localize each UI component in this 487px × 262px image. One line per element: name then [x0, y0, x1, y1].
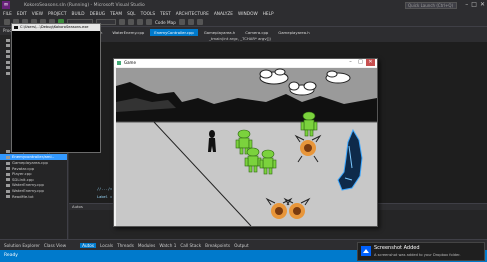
tree-item[interactable]: ReadMe.txt: [0, 194, 67, 200]
tab-locals[interactable]: Locals: [100, 243, 113, 248]
menu-edit[interactable]: EDIT: [17, 12, 27, 17]
game-viewport[interactable]: [116, 68, 377, 226]
tab-gameplayarea-h-2[interactable]: Gameplayarea.h: [274, 29, 314, 36]
console-icon: [14, 26, 18, 29]
game-minimize-icon[interactable]: –: [346, 59, 355, 66]
title-bar: ∞ KokoroSeasons.sln (Running) - Microsof…: [0, 0, 487, 10]
close-icon[interactable]: ✕: [480, 1, 485, 8]
dropbox-icon: [361, 246, 371, 256]
tree-item-label: Enemycontroller/ami..: [12, 154, 54, 160]
tab-breakpoints[interactable]: Breakpoints: [205, 243, 230, 248]
folder-icon: [6, 66, 10, 70]
tab-waterenemy-cpp[interactable]: WaterEnemy.cpp: [108, 29, 149, 36]
notification-body: A screenshot was added to your Dropbox f…: [374, 253, 461, 257]
member-navigation-dropdown[interactable]: _tmain(int argc, _TCHAR* argv[]): [69, 36, 487, 42]
tab-modules[interactable]: Modules: [138, 243, 155, 248]
cpp-file-icon: [6, 161, 10, 165]
tree-item-label: Pavatar.cpp: [12, 165, 35, 171]
tree-item-label: WaterEnemy.cpp: [12, 182, 44, 188]
folder-icon: [6, 60, 10, 64]
game-maximize-icon[interactable]: □: [356, 59, 365, 66]
screenshot-notification[interactable]: Screenshot Added A screenshot was added …: [357, 242, 485, 261]
console-window[interactable]: C:\Users\...\Debug\KokoroSeasons.exe: [11, 23, 101, 153]
tree-item-label: WaterEnemy.cpp: [12, 188, 44, 194]
menu-team[interactable]: TEAM: [110, 12, 122, 17]
pause-icon[interactable]: [119, 19, 125, 25]
minimize-icon[interactable]: –: [465, 1, 468, 8]
menu-help[interactable]: HELP: [263, 12, 274, 17]
code-line: //.../=: [97, 187, 113, 191]
game-close-icon[interactable]: ✕: [366, 59, 375, 66]
tree-item-label: ReadMe.txt: [12, 193, 34, 199]
menu-bar: FILE EDIT VIEW PROJECT BUILD DEBUG TEAM …: [0, 10, 487, 18]
menu-test[interactable]: TEST: [160, 12, 171, 17]
code-map-icon[interactable]: [146, 19, 152, 25]
notification-title: Screenshot Added: [374, 245, 420, 251]
text-file-icon: [6, 195, 10, 199]
folder-icon: [6, 49, 10, 53]
game-window[interactable]: Game – □ ✕: [113, 58, 378, 227]
cpp-file-icon: [6, 155, 10, 159]
cpp-file-icon: [6, 189, 10, 193]
tree-item-label: Gameplayarea.cpp: [12, 160, 48, 166]
folder-icon: [6, 55, 10, 59]
tab-autos[interactable]: Autos: [80, 242, 97, 248]
menu-analyze[interactable]: ANALYZE: [214, 12, 233, 17]
code-map-button[interactable]: Code Map: [155, 20, 176, 25]
solution-icon: [6, 38, 10, 42]
tab-threads[interactable]: Threads: [117, 243, 134, 248]
step-over-icon[interactable]: [187, 19, 194, 25]
tree-item-label: SDLInit.cpp: [12, 176, 34, 182]
menu-architecture[interactable]: ARCHITECTURE: [176, 12, 209, 17]
tab-solution-explorer[interactable]: Solution Explorer: [4, 243, 40, 248]
menu-window[interactable]: WINDOW: [238, 12, 258, 17]
game-app-icon: [117, 61, 121, 65]
editor-tabs: WaterEnemy.h WaterEnemy.cpp EnemyControl…: [69, 27, 487, 36]
game-title: Game: [124, 60, 136, 65]
step-into-icon[interactable]: [178, 19, 185, 25]
visual-studio-icon: ∞: [2, 1, 10, 9]
cpp-file-icon: [6, 172, 10, 176]
quick-launch-input[interactable]: Quick Launch (Ctrl+Q): [405, 1, 457, 9]
maximize-icon[interactable]: □: [471, 1, 477, 8]
cpp-file-icon: [6, 183, 10, 187]
game-title-bar[interactable]: Game – □ ✕: [114, 59, 377, 67]
window-controls: – □ ✕: [465, 1, 485, 8]
back-icon[interactable]: [4, 19, 10, 25]
tab-enemycontroller-cpp[interactable]: EnemyController.cpp: [150, 29, 198, 36]
tab-call-stack[interactable]: Call Stack: [180, 243, 201, 248]
console-title-bar[interactable]: C:\Users\...\Debug\KokoroSeasons.exe: [12, 24, 100, 31]
tab-camera-cpp[interactable]: Camera.cpp: [241, 29, 273, 36]
step-out-icon[interactable]: [196, 19, 203, 25]
menu-build[interactable]: BUILD: [72, 12, 85, 17]
cpp-file-icon: [6, 72, 10, 76]
tab-class-view[interactable]: Class View: [44, 243, 66, 248]
tab-output[interactable]: Output: [234, 243, 249, 248]
stop-icon[interactable]: [128, 19, 134, 25]
menu-tools[interactable]: TOOLS: [141, 12, 156, 17]
cpp-file-icon: [6, 150, 10, 154]
tab-watch-1[interactable]: Watch 1: [159, 243, 176, 248]
status-text: Ready: [4, 253, 18, 258]
menu-file[interactable]: FILE: [3, 12, 12, 17]
game-window-controls: – □ ✕: [346, 59, 375, 66]
console-title: C:\Users\...\Debug\KokoroSeasons.exe: [20, 25, 89, 29]
menu-debug[interactable]: DEBUG: [90, 12, 105, 17]
menu-sql[interactable]: SQL: [127, 12, 136, 17]
tab-gameplayarea-h[interactable]: Gameplayarea.h: [199, 29, 240, 36]
restart-icon[interactable]: [137, 19, 143, 25]
menu-view[interactable]: VIEW: [32, 12, 43, 17]
code-line: Label =: [97, 195, 113, 199]
menu-project[interactable]: PROJECT: [48, 12, 67, 17]
project-icon: [6, 44, 10, 48]
window-title: KokoroSeasons.sln (Running) - Microsoft …: [24, 2, 145, 8]
cpp-file-icon: [6, 167, 10, 171]
cpp-file-icon: [6, 178, 10, 182]
tree-item-label: Player.cpp: [12, 171, 32, 177]
